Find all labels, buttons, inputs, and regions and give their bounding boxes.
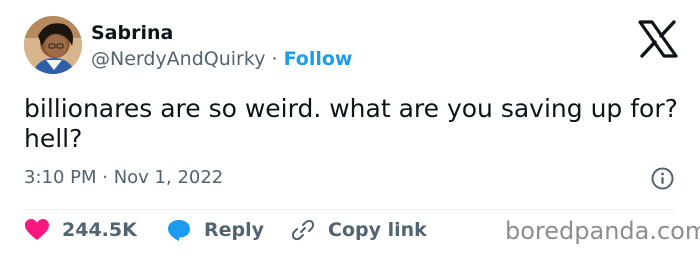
like-button[interactable]: 244.5K	[24, 217, 137, 243]
info-icon[interactable]	[651, 167, 674, 190]
divider	[24, 209, 676, 210]
copy-link-button[interactable]: Copy link	[290, 217, 427, 243]
avatar[interactable]	[24, 16, 82, 74]
tweet-card: Sabrina @NerdyAndQuirky · Follow billion…	[0, 0, 700, 256]
heart-icon	[25, 219, 49, 240]
author-handle-row: @NerdyAndQuirky · Follow	[91, 48, 353, 70]
reply-label: Reply	[204, 219, 265, 241]
author-handle[interactable]: @NerdyAndQuirky	[91, 48, 265, 70]
like-count: 244.5K	[62, 219, 137, 241]
handle-separator: ·	[271, 48, 278, 70]
follow-button[interactable]: Follow	[284, 48, 353, 70]
x-logo-icon[interactable]	[638, 20, 678, 58]
link-icon	[291, 219, 315, 241]
author-name[interactable]: Sabrina	[91, 22, 173, 44]
reply-bubble-icon	[168, 220, 190, 241]
copy-link-label: Copy link	[328, 219, 427, 241]
tweet-text: billionares are so weird. what are you s…	[24, 94, 678, 153]
watermark: boredpanda.com	[505, 217, 700, 245]
reply-button[interactable]: Reply	[166, 217, 264, 243]
avatar-image	[24, 16, 82, 74]
tweet-timestamp[interactable]: 3:10 PM · Nov 1, 2022	[24, 167, 223, 188]
